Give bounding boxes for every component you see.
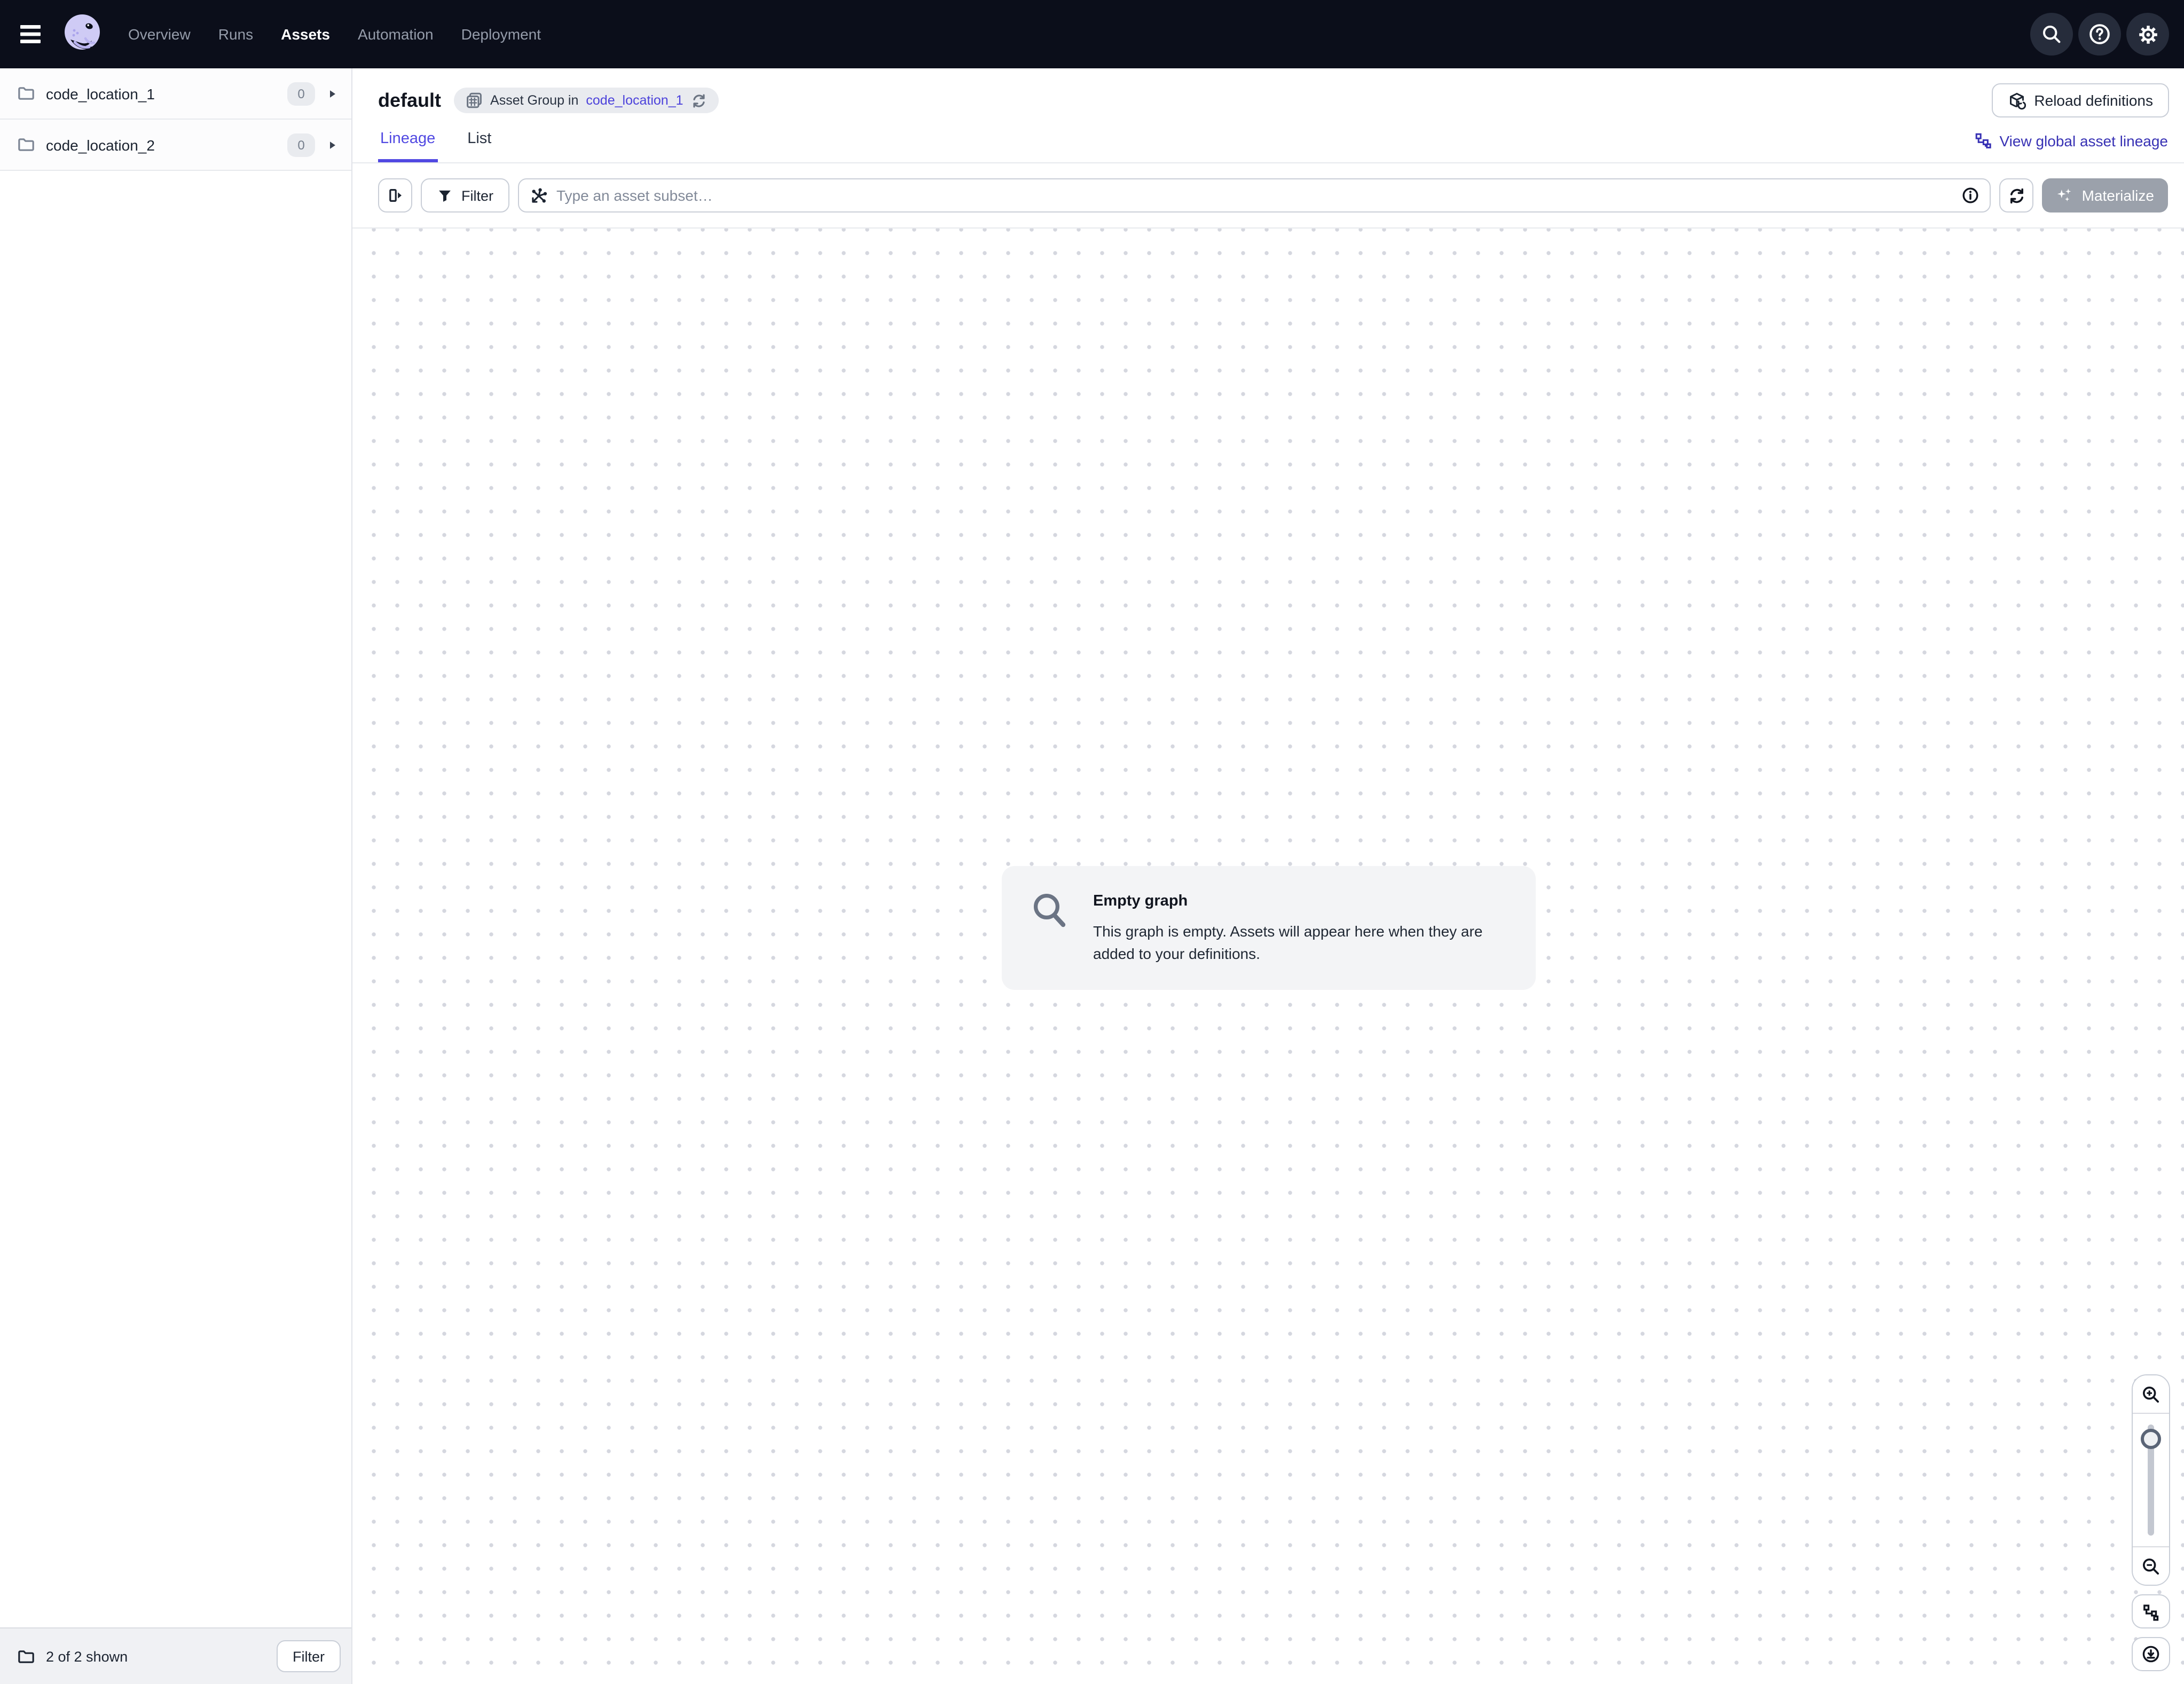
empty-search-icon	[1029, 891, 1072, 933]
shown-count-status: 2 of 2 shown	[46, 1648, 266, 1664]
materialize-label: Materialize	[2082, 187, 2154, 204]
nav-item-automation[interactable]: Automation	[358, 26, 434, 43]
empty-graph-text: Empty graph This graph is empty. Assets …	[1093, 891, 1507, 965]
panel-toggle-icon	[387, 187, 404, 204]
view-global-asset-lineage-link[interactable]: View global asset lineage	[1975, 132, 2169, 162]
dagster-app: Overview Runs Assets Automation Deployme…	[0, 0, 2184, 1684]
reload-definitions-label: Reload definitions	[2034, 92, 2153, 109]
asset-group-badge: Asset Group in code_location_1	[454, 88, 718, 113]
badge-text: Asset Group in	[490, 93, 578, 108]
reload-definitions-icon	[2007, 91, 2025, 109]
dagster-logo-icon	[60, 11, 107, 58]
tab-list[interactable]: List	[465, 120, 493, 162]
settings-button[interactable]	[2126, 13, 2169, 56]
refresh-icon[interactable]	[691, 92, 707, 108]
sidebar-item-code-location-1[interactable]: code_location_1 0	[0, 68, 351, 120]
graph-filter-label: Filter	[461, 187, 493, 203]
sparkle-icon	[2056, 187, 2073, 204]
asset-count-badge: 0	[287, 82, 315, 105]
nav-item-runs[interactable]: Runs	[218, 26, 253, 43]
asset-subset-input-wrap	[518, 178, 1991, 213]
nav-item-overview[interactable]: Overview	[128, 26, 191, 43]
empty-graph-message: This graph is empty. Assets will appear …	[1093, 920, 1507, 965]
asset-lineage-canvas[interactable]: Empty graph This graph is empty. Assets …	[352, 229, 2184, 1684]
global-lineage-icon	[1975, 132, 1992, 149]
page-header: default Asset Group in code_location_	[352, 68, 2184, 117]
zoom-out-icon	[2141, 1556, 2161, 1576]
view-global-asset-lineage-label: View global asset lineage	[2000, 132, 2169, 149]
refresh-icon	[2008, 186, 2026, 204]
gear-icon	[2136, 23, 2159, 45]
page-title: default	[378, 89, 441, 112]
asset-count-badge: 0	[287, 133, 315, 156]
help-icon	[2088, 22, 2111, 46]
search-icon	[2041, 23, 2062, 45]
minimap-icon	[2142, 1602, 2160, 1620]
nav-item-assets[interactable]: Assets	[281, 26, 330, 43]
main-nav: Overview Runs Assets Automation Deployme…	[128, 26, 541, 43]
reload-definitions-button[interactable]: Reload definitions	[1991, 83, 2169, 117]
zoom-out-button[interactable]	[2133, 1546, 2169, 1585]
badge-code-location-link[interactable]: code_location_1	[586, 93, 683, 108]
zoom-in-button[interactable]	[2133, 1375, 2169, 1414]
hamburger-menu-button[interactable]	[13, 15, 51, 53]
asset-group-icon	[466, 92, 483, 109]
sidebar-footer: 2 of 2 shown Filter	[0, 1627, 351, 1684]
zoom-slider-knob[interactable]	[2141, 1429, 2161, 1449]
refresh-graph-button[interactable]	[2000, 178, 2034, 213]
asset-subset-input[interactable]	[556, 187, 1954, 204]
graph-filter-button[interactable]: Filter	[421, 178, 509, 213]
zoom-slider[interactable]	[2133, 1414, 2169, 1546]
lineage-toolbar: Filter	[352, 163, 2184, 229]
asset-subset-icon	[530, 186, 548, 204]
folder-icon	[17, 136, 35, 154]
search-button[interactable]	[2030, 13, 2073, 56]
group-label: code_location_2	[46, 136, 277, 153]
dagster-logo[interactable]	[60, 11, 107, 58]
help-button[interactable]	[2078, 13, 2121, 56]
minimap-toggle-button[interactable]	[2132, 1594, 2170, 1628]
tab-lineage[interactable]: Lineage	[378, 120, 437, 162]
main-content: default Asset Group in code_location_	[352, 68, 2184, 1684]
export-graph-button[interactable]	[2132, 1637, 2170, 1671]
nav-item-deployment[interactable]: Deployment	[461, 26, 541, 43]
filter-funnel-icon	[437, 187, 453, 203]
group-label: code_location_1	[46, 85, 277, 102]
chevron-right-icon[interactable]	[326, 87, 339, 100]
folder-icon	[17, 84, 35, 103]
chevron-right-icon[interactable]	[326, 138, 339, 151]
asset-groups-sidebar: code_location_1 0 code_location_2 0	[0, 68, 352, 1684]
sidebar-empty-area	[0, 171, 351, 1627]
sidebar-filter-button[interactable]: Filter	[277, 1640, 341, 1672]
hamburger-icon	[19, 23, 45, 45]
toggle-sidebar-panel-button[interactable]	[378, 178, 412, 213]
zoom-in-icon	[2141, 1384, 2161, 1404]
zoom-controls	[2132, 1374, 2170, 1671]
info-icon[interactable]	[1962, 187, 1979, 204]
tabs-bar: Lineage List View global asset lineage	[352, 117, 2184, 163]
export-download-icon	[2141, 1644, 2161, 1664]
folder-icon	[17, 1647, 35, 1665]
top-nav: Overview Runs Assets Automation Deployme…	[0, 0, 2184, 68]
zoom-panel	[2132, 1374, 2170, 1586]
empty-graph-title: Empty graph	[1093, 893, 1507, 910]
materialize-button[interactable]: Materialize	[2042, 178, 2168, 213]
empty-graph-card: Empty graph This graph is empty. Assets …	[1001, 866, 1535, 990]
sidebar-item-code-location-2[interactable]: code_location_2 0	[0, 120, 351, 171]
